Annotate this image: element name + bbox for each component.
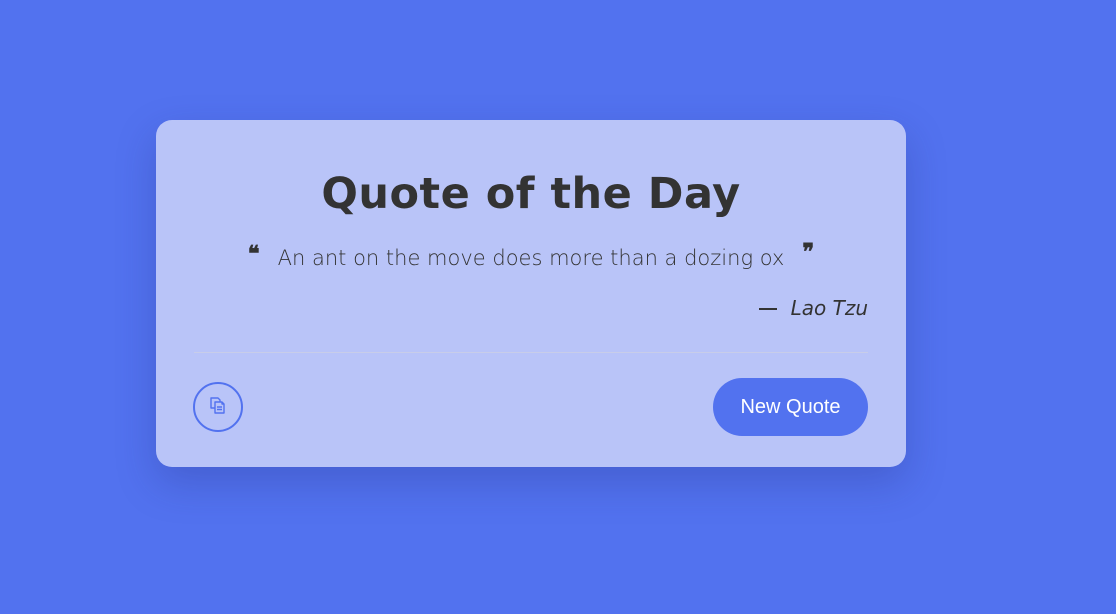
author-dash: [758, 308, 777, 310]
quote-card: Quote of the Day ❝ An ant on the move do…: [156, 120, 906, 467]
copy-button[interactable]: [193, 382, 243, 432]
new-quote-button[interactable]: New Quote: [713, 378, 868, 436]
divider: [194, 352, 868, 353]
open-quote-icon: ❝: [247, 241, 260, 267]
quote-row: ❝ An ant on the move does more than a do…: [156, 239, 906, 274]
quote-text: An ant on the move does more than a dozi…: [277, 246, 785, 270]
author-row: Lao Tzu: [758, 295, 868, 321]
quote-author: Lao Tzu: [790, 296, 868, 320]
copy-icon: [207, 394, 229, 420]
close-quote-icon: ❞: [802, 239, 815, 265]
page-title: Quote of the Day: [321, 169, 741, 219]
